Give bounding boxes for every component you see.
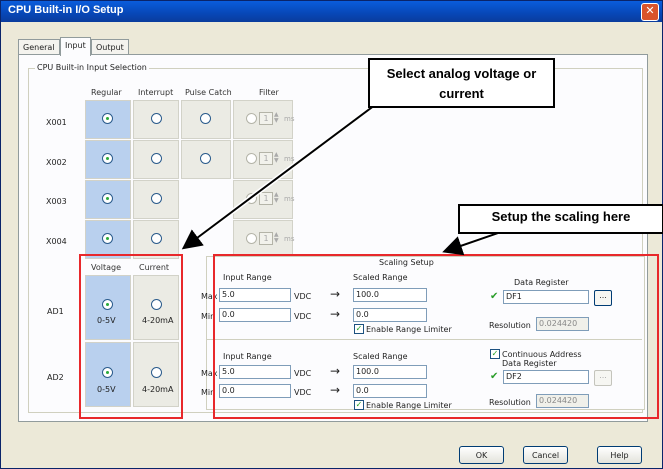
callout-scaling: Setup the scaling here — [458, 204, 663, 234]
callout-arrows — [181, 87, 531, 256]
callout-arrow-analog — [181, 89, 396, 250]
callout-analog: Select analog voltage or current — [368, 58, 555, 108]
